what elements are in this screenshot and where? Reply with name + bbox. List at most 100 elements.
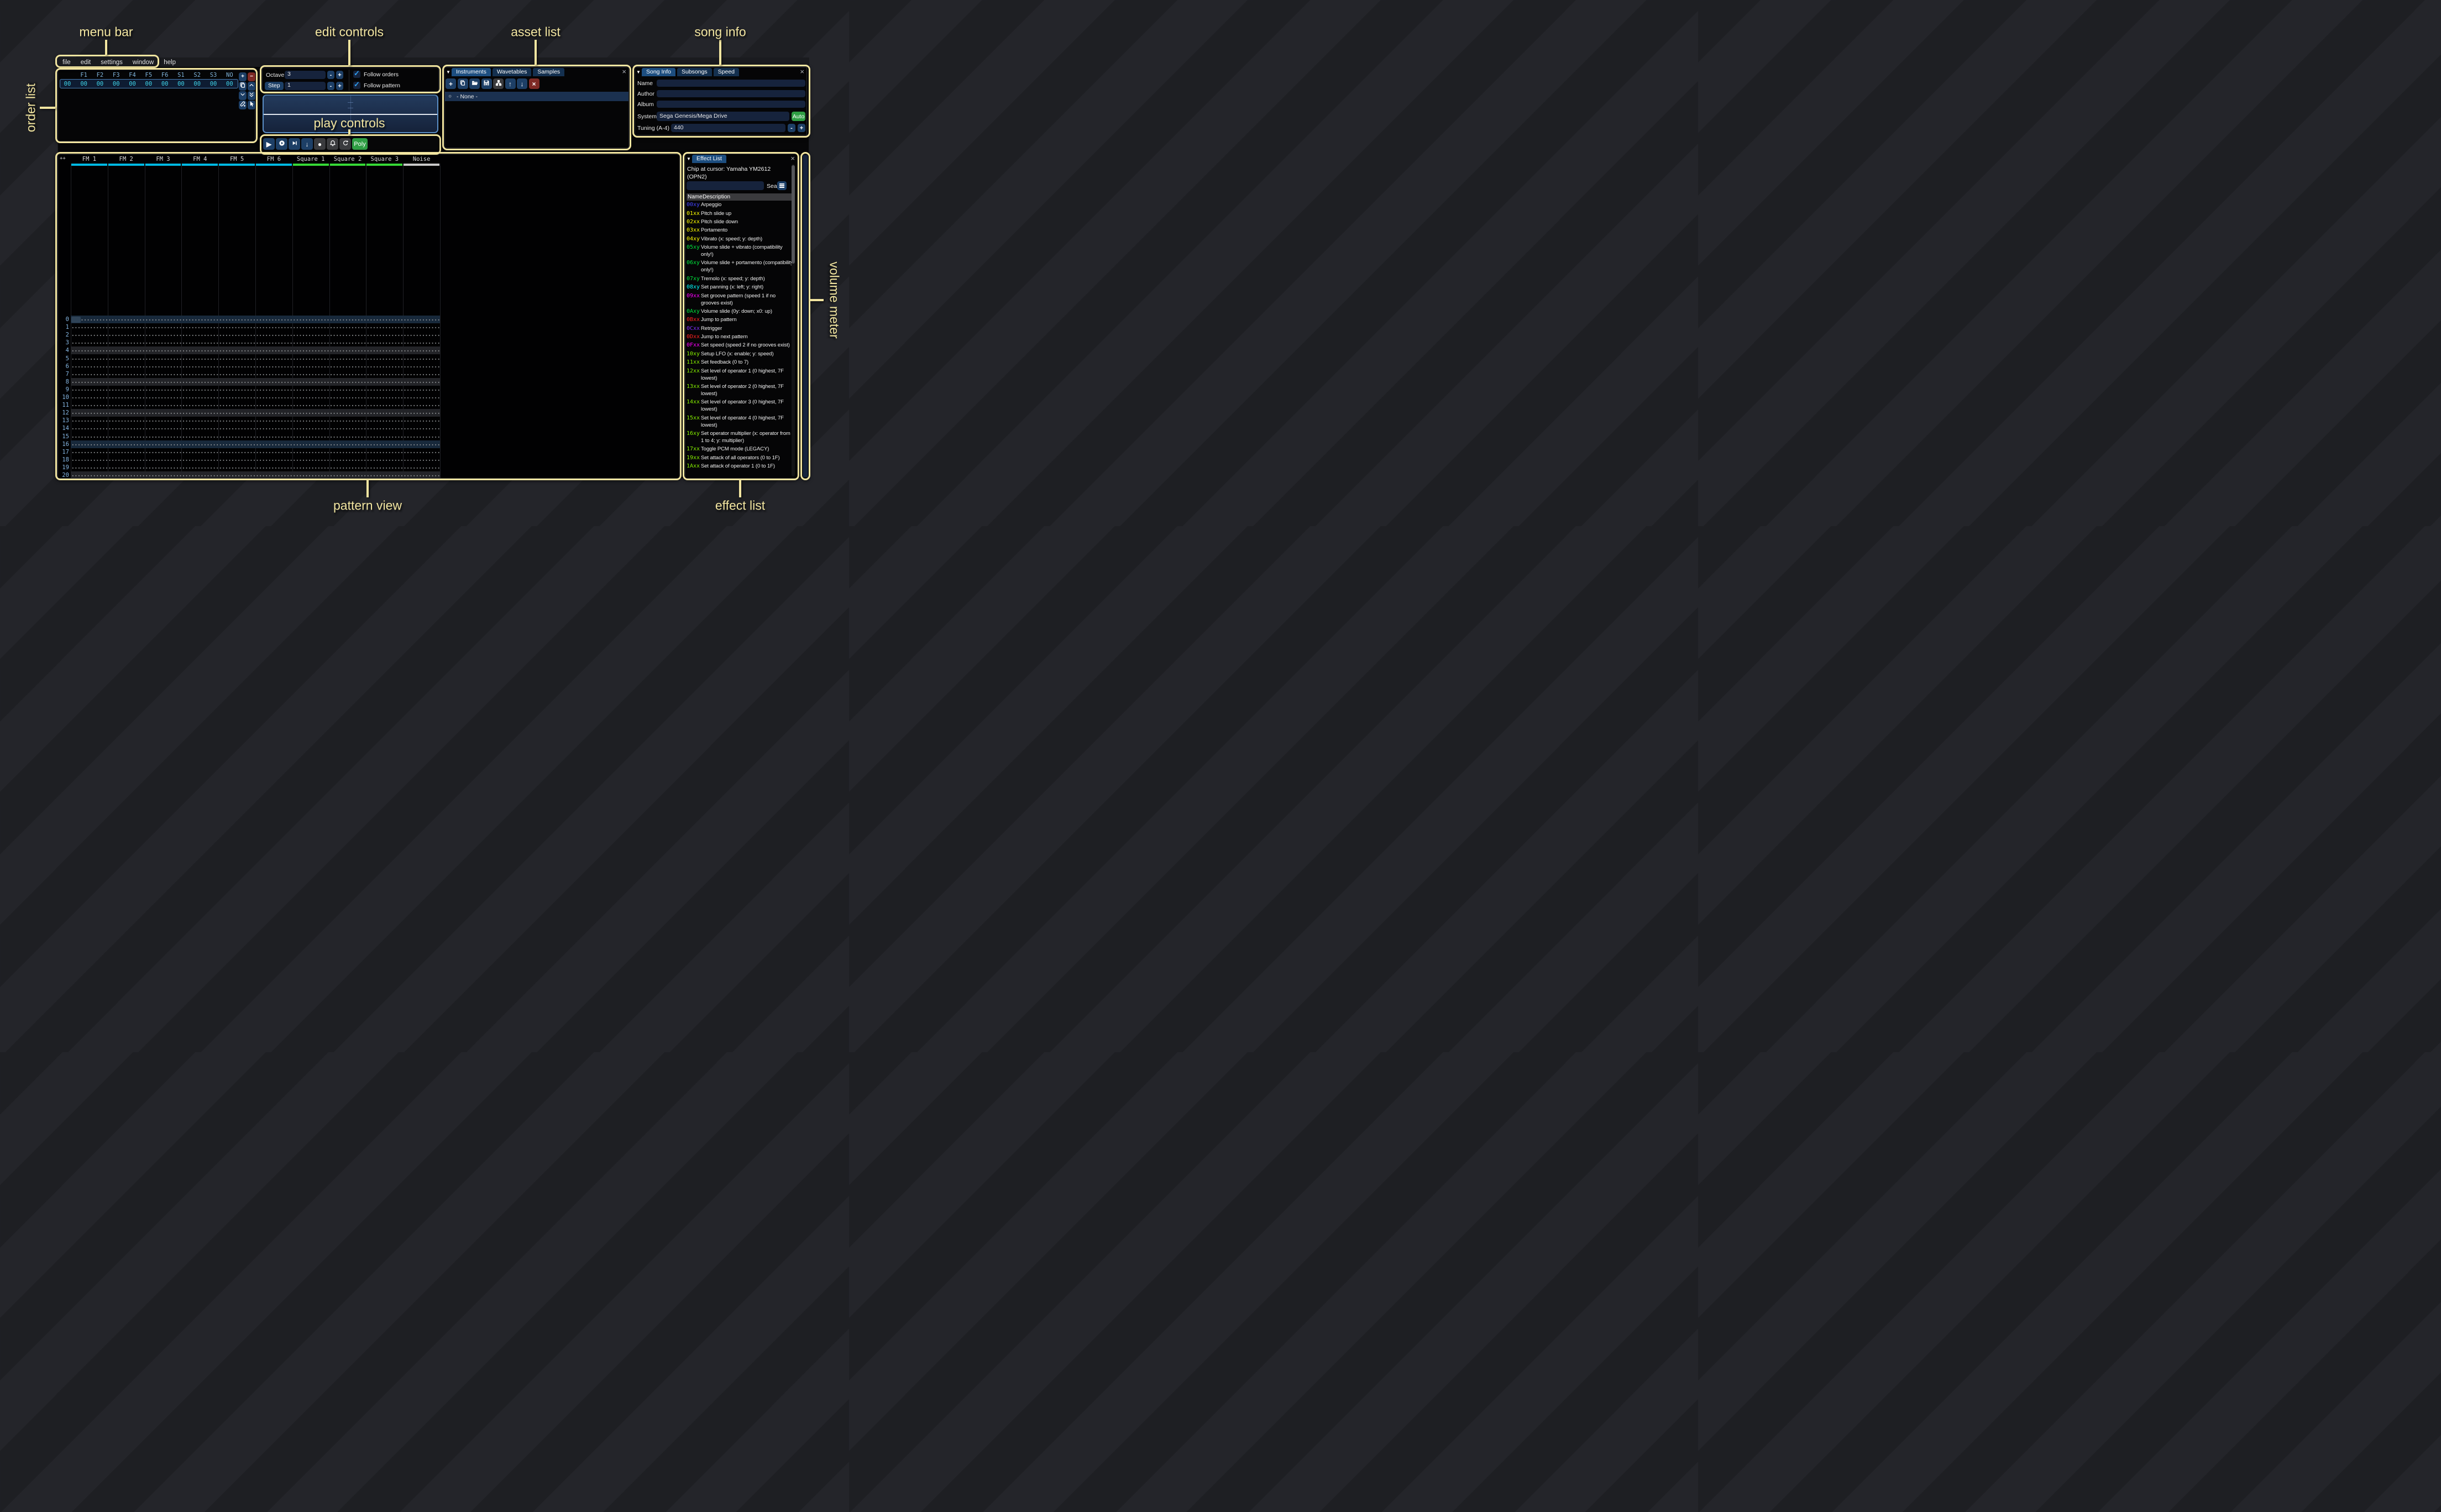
step-down-button[interactable]: ↓ bbox=[301, 138, 313, 150]
collapse-icon[interactable]: ▼ bbox=[685, 155, 692, 163]
delete-asset-button[interactable]: × bbox=[529, 78, 539, 89]
pattern-row-cells[interactable] bbox=[71, 401, 440, 409]
effect-row[interactable]: 00xyArpeggio bbox=[687, 201, 795, 209]
step-label[interactable]: Step bbox=[265, 82, 284, 90]
pattern-row[interactable]: 11 bbox=[58, 401, 440, 409]
pattern-row[interactable]: 12 bbox=[58, 409, 440, 417]
octave-decrease-button[interactable]: - bbox=[327, 71, 334, 79]
repeat-pattern-button[interactable] bbox=[339, 138, 351, 150]
pattern-row-cells[interactable] bbox=[71, 433, 440, 440]
duplicate-asset-button[interactable] bbox=[458, 78, 468, 89]
pattern-row[interactable]: 19 bbox=[58, 464, 440, 471]
tuning-decrease-button[interactable]: - bbox=[788, 124, 795, 132]
author-input[interactable] bbox=[657, 90, 805, 97]
move-asset-up-button[interactable]: ↑ bbox=[505, 78, 516, 89]
close-icon[interactable]: × bbox=[790, 154, 795, 162]
pattern-row[interactable]: 5 bbox=[58, 355, 440, 363]
menu-item-window[interactable]: window bbox=[128, 59, 159, 66]
order-cell[interactable]: 00 bbox=[173, 81, 188, 87]
pattern-row-cells[interactable] bbox=[71, 323, 440, 331]
scrollbar-thumb[interactable] bbox=[792, 165, 795, 264]
pattern-row-cells[interactable] bbox=[71, 316, 440, 323]
tuning-input[interactable]: 440 bbox=[671, 124, 785, 132]
effect-row[interactable]: 09xxSet groove pattern (speed 1 if no gr… bbox=[687, 291, 795, 307]
asset-directory-button[interactable] bbox=[493, 78, 504, 89]
channel-color-bar[interactable] bbox=[108, 164, 144, 166]
effect-row[interactable]: 03xxPortamento bbox=[687, 226, 795, 234]
order-cell[interactable]: 00 bbox=[157, 81, 172, 87]
order-cell[interactable]: 00 bbox=[141, 81, 156, 87]
effect-row[interactable]: 0AxyVolume slide (0y: down; x0: up) bbox=[687, 307, 795, 316]
system-auto-button[interactable]: Auto bbox=[792, 112, 805, 121]
duplicate-order-end-button[interactable] bbox=[248, 91, 255, 100]
effect-row[interactable]: 02xxPitch slide down bbox=[687, 218, 795, 226]
channel-color-bar[interactable] bbox=[219, 164, 255, 166]
effect-row[interactable]: 15xxSet level of operator 4 (0 highest, … bbox=[687, 414, 795, 429]
pattern-row-cells[interactable] bbox=[71, 417, 440, 424]
pattern-cursor[interactable] bbox=[71, 317, 81, 323]
octave-input[interactable]: 3 bbox=[285, 71, 326, 79]
channel-color-bar[interactable] bbox=[256, 164, 292, 166]
move-asset-down-button[interactable]: ↓ bbox=[517, 78, 527, 89]
tab-song-info[interactable]: Song Info bbox=[642, 68, 675, 76]
follow-orders-checkbox[interactable]: ✓ Follow orders bbox=[353, 71, 399, 78]
effect-row[interactable]: 01xxPitch slide up bbox=[687, 209, 795, 217]
pattern-row[interactable]: 20 bbox=[58, 471, 440, 479]
pattern-row[interactable]: 16 bbox=[58, 440, 440, 448]
channel-color-bar[interactable] bbox=[366, 164, 402, 166]
channel-color-bar[interactable] bbox=[182, 164, 218, 166]
step-decrease-button[interactable]: - bbox=[327, 82, 334, 90]
tuning-increase-button[interactable]: + bbox=[798, 124, 805, 132]
pattern-row[interactable]: 14 bbox=[58, 424, 440, 432]
pattern-row-cells[interactable] bbox=[71, 464, 440, 471]
tab-samples[interactable]: Samples bbox=[533, 68, 564, 76]
pattern-corner-expand[interactable]: ++ bbox=[60, 156, 66, 161]
pattern-row[interactable]: 15 bbox=[58, 433, 440, 440]
effect-row[interactable]: 10xySetup LFO (x: enable; y: speed) bbox=[687, 350, 795, 358]
pattern-row[interactable]: 9 bbox=[58, 386, 440, 393]
order-cell[interactable]: 00 bbox=[125, 81, 140, 87]
effect-row[interactable]: 08xySet panning (x: left; y: right) bbox=[687, 283, 795, 291]
move-order-down-button[interactable] bbox=[239, 91, 247, 100]
order-cell[interactable]: 00 bbox=[206, 81, 221, 87]
pattern-row[interactable]: 6 bbox=[58, 363, 440, 370]
channel-color-bar[interactable] bbox=[330, 164, 366, 166]
add-order-button[interactable]: + bbox=[239, 72, 247, 81]
order-cell[interactable]: 00 bbox=[222, 81, 237, 87]
order-edit-mode-button[interactable] bbox=[248, 101, 255, 109]
follow-pattern-checkbox[interactable]: ✓ Follow pattern bbox=[353, 82, 400, 89]
pattern-row-cells[interactable] bbox=[71, 347, 440, 354]
pattern-row-cells[interactable] bbox=[71, 339, 440, 347]
pattern-row-cells[interactable] bbox=[71, 424, 440, 432]
effect-row[interactable]: 11xxSet feedback (0 to 7) bbox=[687, 358, 795, 366]
effect-row[interactable]: 13xxSet level of operator 2 (0 highest, … bbox=[687, 382, 795, 398]
asset-list-item-none[interactable]: ○ - None - bbox=[445, 92, 628, 101]
channel-color-bar[interactable] bbox=[71, 164, 107, 166]
pattern-row[interactable]: 18 bbox=[58, 456, 440, 464]
step-input[interactable]: 1 bbox=[285, 82, 326, 90]
poly-button[interactable]: Poly bbox=[352, 138, 368, 150]
pattern-row-cells[interactable] bbox=[71, 393, 440, 401]
effect-row[interactable]: 12xxSet level of operator 1 (0 highest, … bbox=[687, 366, 795, 382]
effect-search-input[interactable] bbox=[687, 181, 764, 190]
name-input[interactable] bbox=[657, 80, 805, 87]
effect-row[interactable]: 0DxxJump to next pattern bbox=[687, 333, 795, 341]
pattern-row[interactable]: 10 bbox=[58, 393, 440, 401]
record-button[interactable]: ● bbox=[314, 138, 326, 150]
step-increase-button[interactable]: + bbox=[336, 82, 343, 90]
pattern-row-cells[interactable] bbox=[71, 331, 440, 339]
pattern-row[interactable]: 4 bbox=[58, 347, 440, 354]
effect-list-menu-button[interactable] bbox=[777, 181, 787, 190]
effect-row[interactable]: 04xyVibrato (x: speed; y: depth) bbox=[687, 235, 795, 243]
play-button[interactable]: ▶ bbox=[263, 138, 275, 150]
add-asset-button[interactable]: + bbox=[446, 78, 456, 89]
duplicate-order-button[interactable] bbox=[239, 82, 247, 91]
tab-instruments[interactable]: Instruments bbox=[452, 68, 491, 76]
effect-row[interactable]: 14xxSet level of operator 3 (0 highest, … bbox=[687, 398, 795, 413]
pattern-row-cells[interactable] bbox=[71, 448, 440, 456]
pattern-row-cells[interactable] bbox=[71, 370, 440, 378]
tab-subsongs[interactable]: Subsongs bbox=[677, 68, 712, 76]
pattern-row[interactable]: 2 bbox=[58, 331, 440, 339]
effect-row[interactable]: 06xyVolume slide + portamento (compatibi… bbox=[687, 259, 795, 274]
pattern-row-cells[interactable] bbox=[71, 471, 440, 479]
